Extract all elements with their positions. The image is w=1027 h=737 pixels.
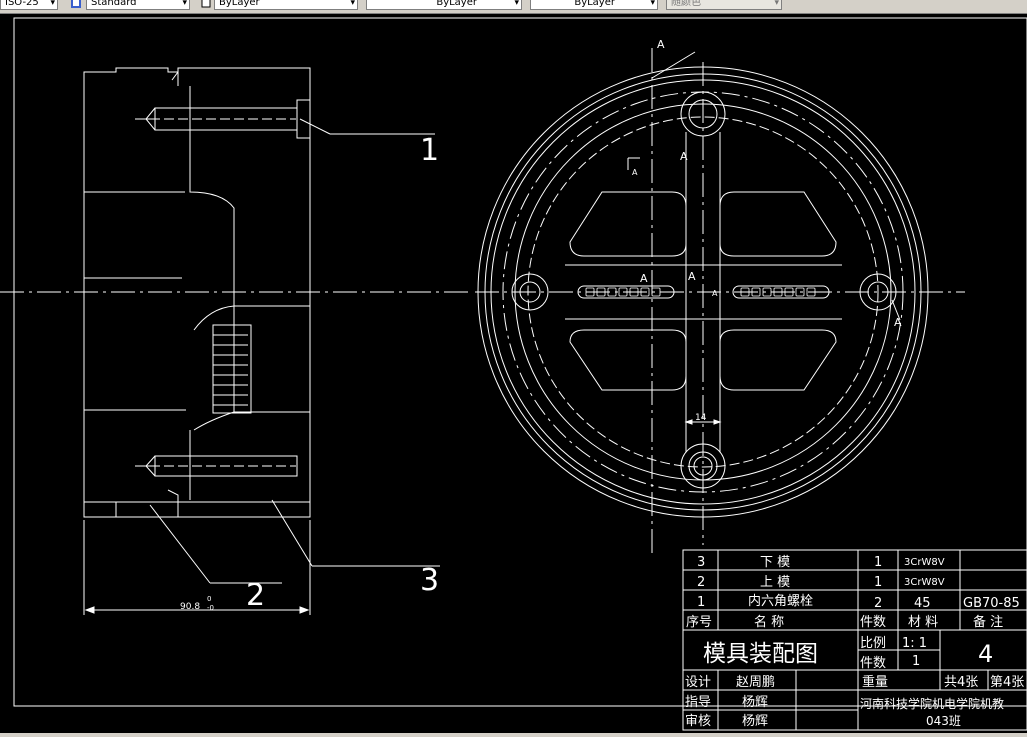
header-qty: 件数 [860,615,886,630]
bolt-holes [511,91,897,489]
lineweight-combo[interactable]: ByLayer ▾ [530,0,658,10]
plotstyle-value: 随颜色 [671,0,701,8]
part-3-name: 下 模 [760,555,790,570]
chevron-down-icon: ▾ [350,0,355,8]
section-label: A [640,272,648,285]
header-material: 材 料 [908,615,938,630]
drawing-canvas[interactable]: 1 2 3 90.8 0 -0 14 A A A A A A A 3 下 模 1… [0,14,1027,737]
leader-lines [149,118,440,584]
school-name: 河南科技学院机电学院机教 [860,696,1004,711]
lower-bolt [135,455,298,477]
checker-name: 杨辉 [742,714,768,729]
linetype-combo[interactable]: ByLayer ▾ [366,0,522,10]
part-1-remark: GB70-85 [963,596,1020,611]
balloon-3: 3 [420,563,439,598]
drawing-number: 4 [978,640,993,668]
section-label: A [657,38,665,51]
layer-combo[interactable]: ByLayer ▾ [214,0,358,10]
drawing-title: 模具装配图 [703,641,818,667]
part-1-qty: 2 [874,596,882,611]
sheet-number: 第4张 [990,675,1024,690]
designer-label: 设计 [685,675,711,690]
balloon-1: 1 [420,133,439,168]
header-name: 名 称 [754,614,784,630]
header-remark: 备 注 [973,614,1003,630]
linetype-value: ByLayer [436,0,477,8]
part-1-material: 45 [914,596,931,611]
properties-toolbar: ISO-25 ▾ Standard ▾ ByLayer ▾ ByLayer ▾ ByLa… [0,0,1027,14]
chevron-down-icon: ▾ [182,0,187,8]
part-2-qty: 1 [874,575,882,590]
chevron-down-icon: ▾ [514,0,519,8]
part-1-no: 1 [697,595,705,610]
drafter-name: 杨辉 [742,695,768,710]
chevron-down-icon: ▾ [50,0,55,8]
weight-label: 重量 [862,674,888,690]
part-2-name: 上 模 [760,575,790,590]
slot-dimension: 14 [695,413,707,423]
class-name: 043班 [926,714,961,728]
chevron-down-icon: ▾ [774,0,779,8]
drafter-label: 指导 [685,695,711,710]
part-1-name: 内六角螺栓 [748,593,813,609]
part-2-no: 2 [697,575,705,590]
dimstyle-combo[interactable]: ISO-25 ▾ [0,0,58,10]
part-3-material: 3CrW8V [904,557,945,568]
scale-value: 1: 1 [902,636,927,651]
title-block-text: 3 下 模 1 3CrW8V 2 上 模 1 3CrW8V 1 内六角螺栓 2 … [685,555,1024,729]
text-style-combo[interactable]: Standard ▾ [86,0,190,10]
part-2-material: 3CrW8V [904,577,945,588]
part-3-no: 3 [697,555,705,570]
designer-name: 赵周鹏 [736,675,775,690]
dimension-tol-lower: -0 [207,604,214,612]
dimension-value: 90.8 [180,602,200,612]
width-dimension [83,520,311,615]
center-lines [0,48,965,555]
plotstyle-combo: 随颜色 ▾ [666,0,782,10]
sheet-total: 共4张 [944,675,978,690]
socket-head-bolt [135,99,311,139]
text-style-value: Standard [91,0,137,8]
section-label: A [712,289,718,298]
section-label: A [632,168,638,177]
chevron-down-icon: ▾ [650,0,655,8]
section-label: A [894,316,902,329]
section-label: A [688,270,696,283]
layer-value: ByLayer [219,0,260,8]
section-label: A [680,150,688,163]
checker-label: 审核 [685,714,711,729]
header-no: 序号 [686,615,712,630]
dimension-tol-upper: 0 [207,595,211,603]
balloon-2: 2 [246,578,265,613]
count-value: 1 [912,654,920,669]
lineweight-value: ByLayer [574,0,615,8]
slot-teeth [213,334,248,406]
dimstyle-value: ISO-25 [5,0,39,8]
count-label: 件数 [860,656,886,671]
layer-color-icon [201,0,211,8]
part-3-qty: 1 [874,555,882,570]
text-style-icon [71,0,81,8]
scale-label: 比例 [860,636,886,651]
status-strip [0,733,1027,737]
